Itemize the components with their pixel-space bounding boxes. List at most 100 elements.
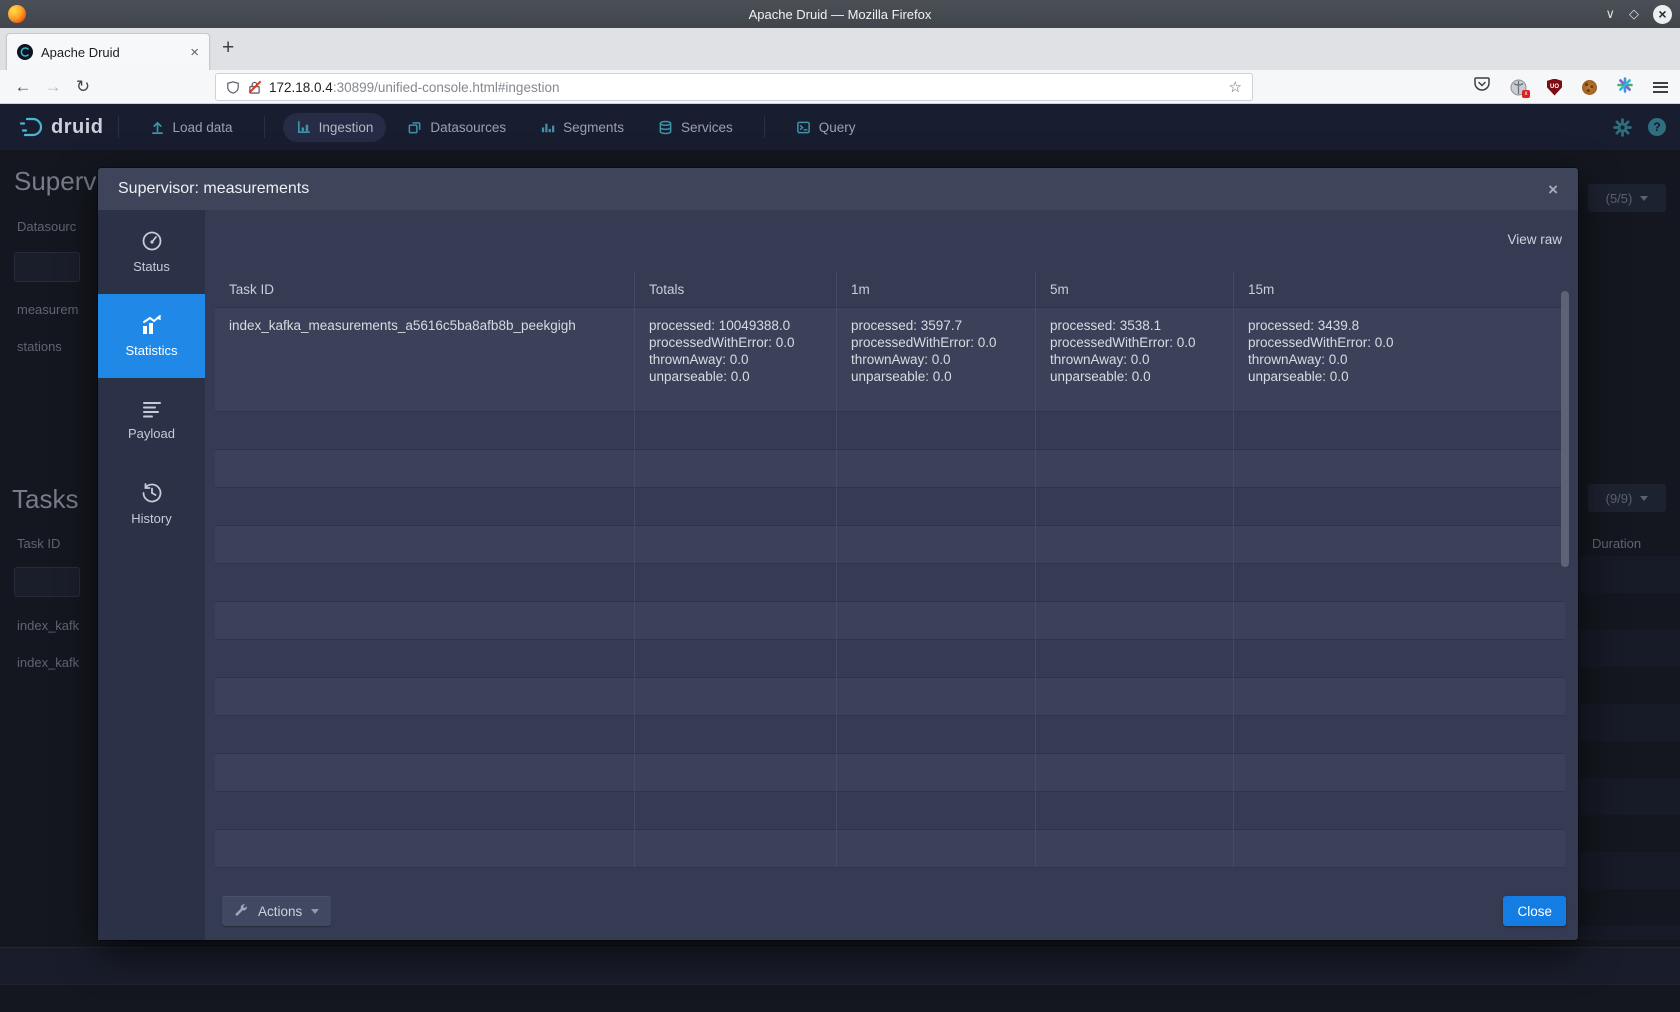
supervisor-dialog: Supervisor: measurements × Status Statis…: [98, 168, 1578, 940]
dialog-title: Supervisor: measurements: [118, 180, 309, 198]
cell-1m: processed: 3597.7 processedWithError: 0.…: [837, 308, 1036, 412]
tab-bar: Apache Druid × +: [0, 28, 1680, 70]
nav-segments-label: Segments: [563, 120, 624, 135]
tab-close-icon[interactable]: ×: [184, 44, 199, 61]
help-icon[interactable]: ?: [1648, 118, 1666, 136]
datasource-column-label: Datasourc: [17, 219, 76, 234]
column-header-1m[interactable]: 1m: [837, 272, 1036, 308]
url-path: :30899/unified-console.html#ingestion: [333, 80, 560, 95]
table-scrollbar[interactable]: [1561, 291, 1569, 567]
supervisors-heading: Superv: [14, 166, 96, 197]
query-icon: [796, 120, 811, 135]
sidebar-item-label: Payload: [128, 426, 175, 441]
cell-15m: processed: 3439.8 processedWithError: 0.…: [1234, 308, 1565, 412]
column-header-totals[interactable]: Totals: [635, 272, 837, 308]
nav-query[interactable]: Query: [783, 113, 869, 142]
supervisor-row[interactable]: stations: [17, 339, 62, 354]
actions-button[interactable]: Actions: [222, 896, 331, 926]
column-header-task-id[interactable]: Task ID: [215, 272, 635, 308]
datasource-filter-input[interactable]: [14, 252, 80, 282]
nav-ingestion[interactable]: Ingestion: [283, 113, 387, 142]
url-host: 172.18.0.4: [269, 80, 333, 95]
druid-navbar: druid Load data Ingestion Datasources Se…: [0, 104, 1680, 150]
task-filter-input[interactable]: [14, 567, 80, 597]
forward-icon[interactable]: →: [38, 77, 68, 97]
firefox-logo-icon: [8, 5, 26, 23]
druid-logo[interactable]: druid: [18, 116, 104, 139]
url-bar[interactable]: 172.18.0.4:30899/unified-console.html#in…: [215, 73, 1253, 101]
cell-task-id: index_kafka_measurements_a5616c5ba8afb8b…: [215, 308, 635, 412]
sidebar-item-payload[interactable]: Payload: [98, 378, 205, 462]
error-badge: x: [1522, 90, 1530, 98]
cell-5m: processed: 3538.1 processedWithError: 0.…: [1036, 308, 1234, 412]
cell-totals: processed: 10049388.0 processedWithError…: [635, 308, 837, 412]
ublock-shield-icon[interactable]: UO: [1547, 79, 1562, 96]
window-titlebar: Apache Druid — Mozilla Firefox ∨ ◇ ×: [0, 0, 1680, 28]
extension-star-icon[interactable]: [1617, 77, 1633, 98]
reload-icon[interactable]: ↻: [68, 77, 98, 97]
align-left-icon: [141, 399, 163, 419]
nav-services[interactable]: Services: [645, 113, 746, 142]
caret-down-icon: [311, 909, 319, 914]
task-id-column-label: Task ID: [17, 536, 60, 551]
druid-favicon-icon: [17, 44, 33, 60]
dialog-close-icon[interactable]: ×: [1542, 178, 1564, 202]
tab-apache-druid[interactable]: Apache Druid ×: [6, 33, 210, 70]
view-raw-link[interactable]: View raw: [1507, 232, 1562, 247]
tasks-heading: Tasks: [12, 484, 78, 515]
insecure-lock-icon[interactable]: [248, 80, 261, 95]
pocket-icon[interactable]: [1474, 77, 1490, 97]
task-row[interactable]: index_kafk: [17, 655, 79, 670]
supervisor-row[interactable]: measurem: [17, 302, 78, 317]
supervisors-refresh-dropdown[interactable]: (5/5): [1588, 184, 1666, 212]
divider: [264, 116, 265, 138]
table-empty-row: [215, 792, 1565, 830]
nav-segments[interactable]: Segments: [527, 113, 637, 142]
services-icon: [658, 120, 673, 135]
extension-badge-icon[interactable]: x: [1510, 79, 1527, 96]
url-text[interactable]: 172.18.0.4:30899/unified-console.html#in…: [269, 80, 1229, 95]
menu-hamburger-icon[interactable]: [1653, 82, 1668, 93]
maximize-icon[interactable]: ◇: [1629, 6, 1639, 22]
divider: [118, 116, 119, 138]
table-empty-row: [215, 488, 1565, 526]
window-title: Apache Druid — Mozilla Firefox: [0, 7, 1680, 22]
column-header-5m[interactable]: 5m: [1036, 272, 1234, 308]
table-header-row: Task ID Totals 1m 5m 15m: [215, 272, 1565, 308]
sidebar-item-statistics[interactable]: Statistics: [98, 294, 205, 378]
table-empty-row: [215, 716, 1565, 754]
back-icon[interactable]: ←: [8, 77, 38, 97]
table-row[interactable]: index_kafka_measurements_a5616c5ba8afb8b…: [215, 308, 1565, 412]
task-row[interactable]: index_kafk: [17, 618, 79, 633]
close-button[interactable]: Close: [1503, 896, 1566, 926]
datasources-icon: [407, 120, 422, 135]
actions-button-label: Actions: [258, 904, 302, 919]
tasks-refresh-dropdown[interactable]: (9/9): [1588, 484, 1666, 512]
background-table-rows: [1578, 556, 1680, 940]
cookie-icon[interactable]: [1582, 80, 1597, 95]
nav-query-label: Query: [819, 120, 856, 135]
statistics-table: Task ID Totals 1m 5m 15m index_kafka_mea…: [215, 272, 1565, 868]
sidebar-item-history[interactable]: History: [98, 462, 205, 546]
history-clock-icon: [141, 482, 163, 504]
dialog-header: Supervisor: measurements ×: [98, 168, 1578, 210]
browser-toolbar: ← → ↻ 172.18.0.4:30899/unified-console.h…: [0, 70, 1680, 104]
supervisors-refresh-count: (5/5): [1606, 191, 1633, 206]
tab-title: Apache Druid: [41, 45, 184, 60]
sidebar-item-status[interactable]: Status: [98, 210, 205, 294]
new-tab-button[interactable]: +: [222, 36, 234, 60]
table-empty-row: [215, 830, 1565, 868]
wrench-icon: [234, 904, 249, 919]
gauge-icon: [141, 230, 163, 252]
screen: Apache Druid — Mozilla Firefox ∨ ◇ × Apa…: [0, 0, 1680, 1012]
table-empty-row: [215, 564, 1565, 602]
chart-icon: [140, 314, 164, 336]
shield-icon[interactable]: [226, 80, 240, 95]
column-header-15m[interactable]: 15m: [1234, 272, 1565, 308]
minimize-icon[interactable]: ∨: [1605, 6, 1615, 22]
bookmark-star-icon[interactable]: ☆: [1229, 78, 1242, 96]
window-close-icon[interactable]: ×: [1653, 5, 1672, 24]
nav-datasources[interactable]: Datasources: [394, 113, 519, 142]
nav-load-data[interactable]: Load data: [137, 113, 246, 142]
gear-icon[interactable]: [1613, 118, 1632, 137]
